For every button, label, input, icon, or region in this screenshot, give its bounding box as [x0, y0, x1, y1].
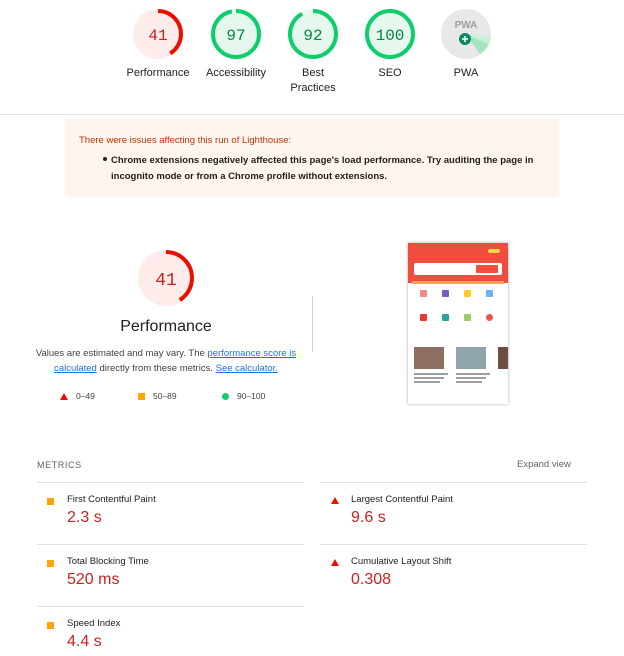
circle-pass-icon: [222, 392, 229, 400]
performance-score: 41: [155, 271, 177, 291]
legend-average-range: 50–89: [153, 391, 177, 401]
gauge-seo-label: SEO: [378, 67, 402, 79]
gauge-accessibility[interactable]: 97 Accessibility: [196, 8, 276, 81]
metric-divider: [37, 606, 304, 607]
square-average-icon: [47, 560, 54, 567]
lighthouse-warning-box: There were issues affecting this run of …: [65, 119, 559, 197]
thumb-pill: [488, 249, 500, 253]
legend-fail-range: 0–49: [76, 391, 95, 401]
metric-value: 520 ms: [67, 571, 120, 588]
thumb-search-button: [476, 265, 498, 273]
metric-divider: [37, 482, 304, 483]
metric-first-contentful-paint: First Contentful Paint 2.3 s: [47, 494, 287, 538]
thumb-icon: [442, 314, 449, 321]
metric-value: 4.4 s: [67, 633, 102, 650]
gauge-accessibility-ring: 97: [211, 9, 261, 59]
square-average-icon: [47, 622, 54, 629]
metric-label: Cumulative Layout Shift: [351, 556, 452, 567]
metric-value: 2.3 s: [67, 509, 102, 526]
pwa-badge-text: PWA: [455, 20, 478, 31]
metric-value: 9.6 s: [351, 509, 386, 526]
performance-title: Performance: [120, 318, 212, 335]
score-legend: 0–49 50–89 90–100: [58, 391, 298, 405]
legend-average: 50–89: [138, 391, 177, 401]
gauge-performance-score: 41: [148, 27, 167, 45]
thumb-photo: [456, 347, 486, 369]
gauge-accessibility-score: 97: [226, 27, 245, 45]
legend-pass: 90–100: [222, 391, 265, 401]
final-screenshot-thumbnail[interactable]: [408, 243, 508, 404]
warning-item: Chrome extensions negatively affected th…: [111, 155, 534, 182]
warning-title: There were issues affecting this run of …: [79, 135, 292, 146]
metric-divider: [37, 544, 304, 545]
thumb-icon: [420, 290, 427, 297]
square-average-icon: [138, 392, 145, 400]
thumb-text-line: [414, 377, 444, 379]
thumb-text-line: [414, 373, 448, 375]
metric-label: Speed Index: [67, 618, 121, 629]
gauge-performance[interactable]: 41 Performance: [118, 8, 198, 81]
bullet-icon: [103, 153, 109, 161]
metric-total-blocking-time: Total Blocking Time 520 ms: [47, 556, 287, 600]
triangle-fail-icon: [60, 392, 68, 400]
desc-mid: directly from these metrics.: [96, 363, 216, 374]
summary-divider: [312, 296, 313, 352]
metric-largest-contentful-paint: Largest Contentful Paint 9.6 s: [331, 494, 571, 538]
thumb-photo: [498, 347, 508, 369]
metric-label: Largest Contentful Paint: [351, 494, 453, 505]
legend-pass-range: 90–100: [237, 391, 266, 401]
performance-description: Values are estimated and may vary. The p…: [30, 346, 302, 376]
gauge-seo[interactable]: 100 SEO: [350, 8, 430, 81]
metric-divider: [320, 482, 587, 483]
header-divider: [0, 114, 624, 115]
metric-label: First Contentful Paint: [67, 494, 156, 505]
desc-prefix: Values are estimated and may vary. The: [35, 348, 208, 359]
legend-fail: 0–49: [60, 391, 95, 401]
metric-cumulative-layout-shift: Cumulative Layout Shift 0.308: [331, 556, 571, 600]
gauge-pwa-label: PWA: [453, 67, 479, 79]
gauge-seo-ring: 100: [365, 9, 415, 59]
thumb-icon: [442, 290, 449, 297]
pwa-badge-icon: PWA: [441, 9, 491, 59]
thumb-icon: [486, 290, 493, 297]
gauge-accessibility-label: Accessibility: [206, 67, 266, 79]
metric-speed-index: Speed Index 4.4 s: [47, 618, 287, 656]
thumb-photo: [414, 347, 444, 369]
expand-view-button[interactable]: Expand view: [517, 459, 571, 470]
triangle-fail-icon: [331, 559, 339, 566]
square-average-icon: [47, 498, 54, 505]
thumb-text-line: [456, 373, 490, 375]
gauge-pwa[interactable]: PWA PWA: [426, 8, 506, 81]
metric-label: Total Blocking Time: [67, 556, 149, 567]
thumb-icon: [464, 314, 471, 321]
gauge-performance-label: Performance: [126, 67, 190, 79]
thumb-icon: [486, 314, 493, 321]
metric-value: 0.308: [351, 571, 392, 588]
gauge-best-practices-ring: 92: [288, 9, 338, 59]
thumb-text-line: [414, 381, 440, 383]
triangle-fail-icon: [331, 497, 339, 504]
thumb-category-card: [412, 281, 504, 341]
gauge-seo-score: 100: [376, 27, 405, 45]
gauge-best-practices-score: 92: [303, 27, 322, 45]
thumb-icon: [464, 290, 471, 297]
metric-divider: [320, 544, 587, 545]
thumb-text-line: [456, 381, 482, 383]
calculator-link[interactable]: See calculator.: [216, 363, 278, 374]
gauge-performance-ring: 41: [133, 9, 183, 59]
thumb-icon: [420, 314, 427, 321]
gauge-best-practices[interactable]: 92 Best Practices: [273, 8, 353, 96]
metrics-heading: METRICS: [37, 460, 82, 470]
gauge-best-practices-label: Best Practices: [290, 67, 336, 94]
thumb-text-line: [456, 377, 486, 379]
score-gauges: 41 Performance 97 Accessibility 92 Best …: [0, 0, 624, 116]
performance-gauge: 41: [138, 250, 194, 306]
